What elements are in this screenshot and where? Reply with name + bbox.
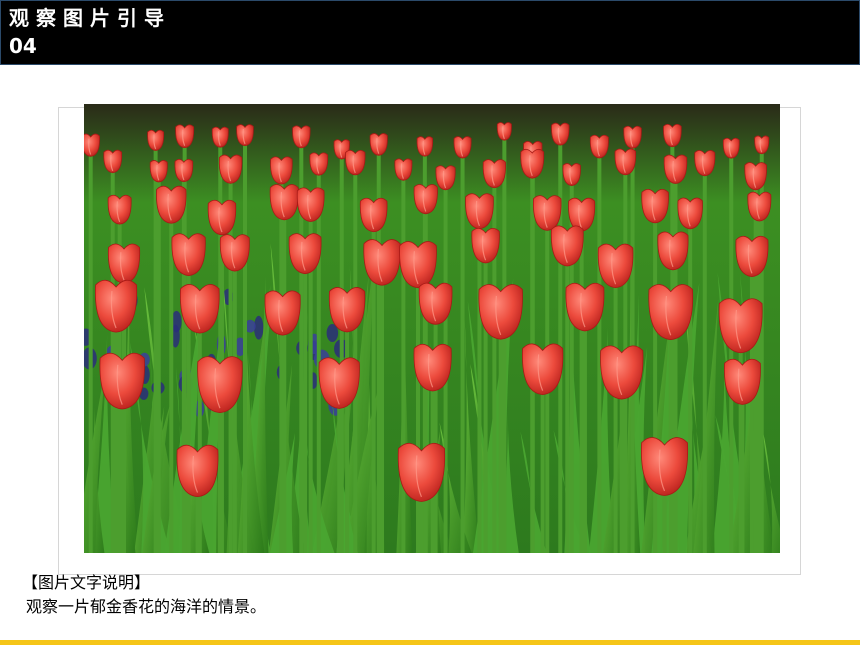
accent-bar (0, 640, 860, 645)
tulip-field-illustration (84, 104, 780, 553)
section-number: 04 (9, 34, 37, 58)
page-title: 观察图片引导 (9, 6, 171, 30)
header-bar: 观察图片引导 04 (0, 0, 860, 65)
caption-heading: 【图片文字说明】 (22, 573, 151, 592)
tulip-field-image (84, 104, 780, 553)
caption-text: 观察一片郁金香花的海洋的情景。 (26, 597, 267, 616)
